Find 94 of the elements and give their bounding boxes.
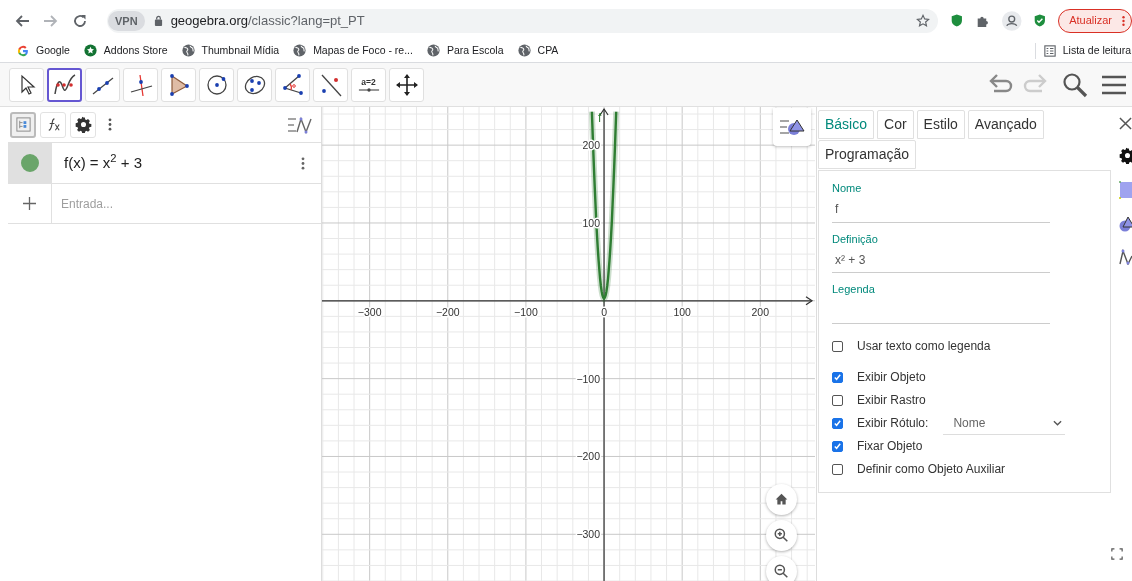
- chevron-icon: [1053, 419, 1063, 426]
- checkbox[interactable]: [832, 463, 843, 475]
- fx-tab[interactable]: [40, 111, 66, 138]
- extension-icon[interactable]: [949, 13, 964, 28]
- perpendicular-line-icon: [128, 72, 153, 97]
- google-icon: [17, 44, 29, 57]
- checkbox[interactable]: [832, 340, 843, 352]
- checkbox[interactable]: [832, 371, 843, 383]
- axis-label: −300: [576, 528, 601, 541]
- gear-icon: [74, 116, 92, 133]
- list-icon: [1043, 44, 1056, 57]
- kebab-icon[interactable]: [108, 118, 112, 131]
- globe-icon: [426, 44, 440, 57]
- axis-label: −300: [357, 305, 382, 318]
- profile-icon[interactable]: [1002, 10, 1022, 31]
- curve-label: f: [598, 111, 602, 125]
- axis-label: −100: [514, 305, 538, 318]
- shapes-icon[interactable]: [1119, 216, 1132, 232]
- kebab-icon: [1122, 14, 1125, 27]
- axis-label: −200: [576, 450, 601, 463]
- close-icon[interactable]: [1119, 117, 1132, 130]
- address-bar[interactable]: VPN geogebra.org/classic?lang=pt_PT: [107, 8, 938, 33]
- tab[interactable]: Cor: [877, 110, 914, 139]
- star-icon[interactable]: [915, 13, 930, 28]
- zoom-out-icon: [774, 564, 789, 579]
- globe-icon: [293, 44, 307, 57]
- reading-list-link[interactable]: Lista de leitura: [1043, 42, 1132, 59]
- checkbox[interactable]: [832, 394, 843, 406]
- update-button[interactable]: Atualizar: [1058, 8, 1132, 33]
- tool-button[interactable]: [47, 67, 82, 102]
- formula-text[interactable]: f(x) = x$^{2}$ + 3: [64, 151, 142, 175]
- lock-icon: [153, 15, 163, 26]
- bookmark-link[interactable]: CPA: [517, 42, 559, 59]
- sort-icon[interactable]: [287, 115, 313, 134]
- bookmark-link[interactable]: Google: [17, 42, 70, 59]
- bookmark-link[interactable]: Mapas de Foco - re...: [293, 42, 413, 59]
- checkbox[interactable]: [832, 417, 843, 429]
- checkbox-label: Usar texto como legenda: [857, 338, 991, 355]
- slider-tool[interactable]: a=2: [351, 67, 386, 102]
- axis-label: −200: [435, 305, 460, 318]
- kebab-icon[interactable]: [301, 156, 305, 170]
- globe-icon: [181, 44, 195, 57]
- function-icon: [52, 72, 77, 97]
- checkbox-label: Fixar Objeto: [857, 438, 923, 455]
- tab[interactable]: Estilo: [916, 110, 965, 139]
- tree-icon: [14, 116, 32, 133]
- reload-icon[interactable]: [72, 12, 88, 29]
- field-label: Nome: [832, 181, 863, 196]
- bookmark-link[interactable]: Para Escola: [426, 42, 504, 59]
- circle-icon: [204, 72, 229, 97]
- field-label: Definição: [832, 231, 879, 247]
- checkbox[interactable]: [832, 440, 843, 452]
- gear-icon[interactable]: [1119, 147, 1132, 164]
- bookmark-link[interactable]: Thumbnail Mídia: [181, 42, 280, 59]
- dropdown-value: Nome: [953, 414, 986, 432]
- checkbox-label: Exibir Objeto: [857, 369, 926, 386]
- home-button[interactable]: [766, 484, 797, 515]
- shapes-icon: [779, 118, 805, 136]
- shield-icon[interactable]: [1032, 13, 1047, 28]
- url-text: geogebra.org/classic?lang=pt_PT: [170, 11, 365, 30]
- field-label: Legenda: [832, 282, 876, 297]
- axis-label: 100: [673, 305, 691, 318]
- plus-icon[interactable]: [23, 197, 36, 210]
- tree-tab[interactable]: [10, 111, 36, 138]
- input-field[interactable]: f: [832, 196, 1050, 223]
- vpn-badge[interactable]: VPN: [108, 10, 145, 31]
- move-arrows-icon: [394, 72, 419, 97]
- back-icon[interactable]: [14, 12, 30, 29]
- zoom-in-button[interactable]: [766, 520, 797, 551]
- slider-icon: [357, 86, 380, 93]
- checkbox-label: Exibir Rótulo:: [857, 415, 929, 432]
- fullscreen-icon[interactable]: [1111, 548, 1123, 560]
- menu-icon[interactable]: [1102, 74, 1126, 95]
- bookmark-link[interactable]: Addons Store: [83, 42, 168, 59]
- angle-icon: [280, 72, 305, 97]
- globe-icon: [517, 44, 531, 57]
- visibility-toggle[interactable]: [21, 154, 39, 172]
- search-icon[interactable]: [1062, 71, 1088, 98]
- home-icon: [774, 492, 789, 507]
- checkbox-label: Definir como Objeto Auxiliar: [857, 461, 1006, 478]
- axis-label: 200: [751, 305, 770, 318]
- checkbox-label: Exibir Rastro: [857, 392, 926, 409]
- zoom-out-button[interactable]: [766, 556, 797, 581]
- style-bar-toggle[interactable]: [773, 108, 811, 146]
- gear-tab[interactable]: [70, 111, 96, 138]
- store-icon: [83, 44, 97, 57]
- dropdown[interactable]: Nome: [943, 411, 1066, 435]
- graph-icon[interactable]: [1119, 249, 1132, 265]
- tab[interactable]: Avançado: [967, 110, 1044, 139]
- tab[interactable]: Básico: [818, 110, 875, 139]
- zoom-in-icon: [774, 528, 789, 543]
- tab[interactable]: Programação: [818, 140, 917, 169]
- axis-label: −100: [576, 372, 601, 385]
- input-field[interactable]: x² + 3: [832, 247, 1050, 273]
